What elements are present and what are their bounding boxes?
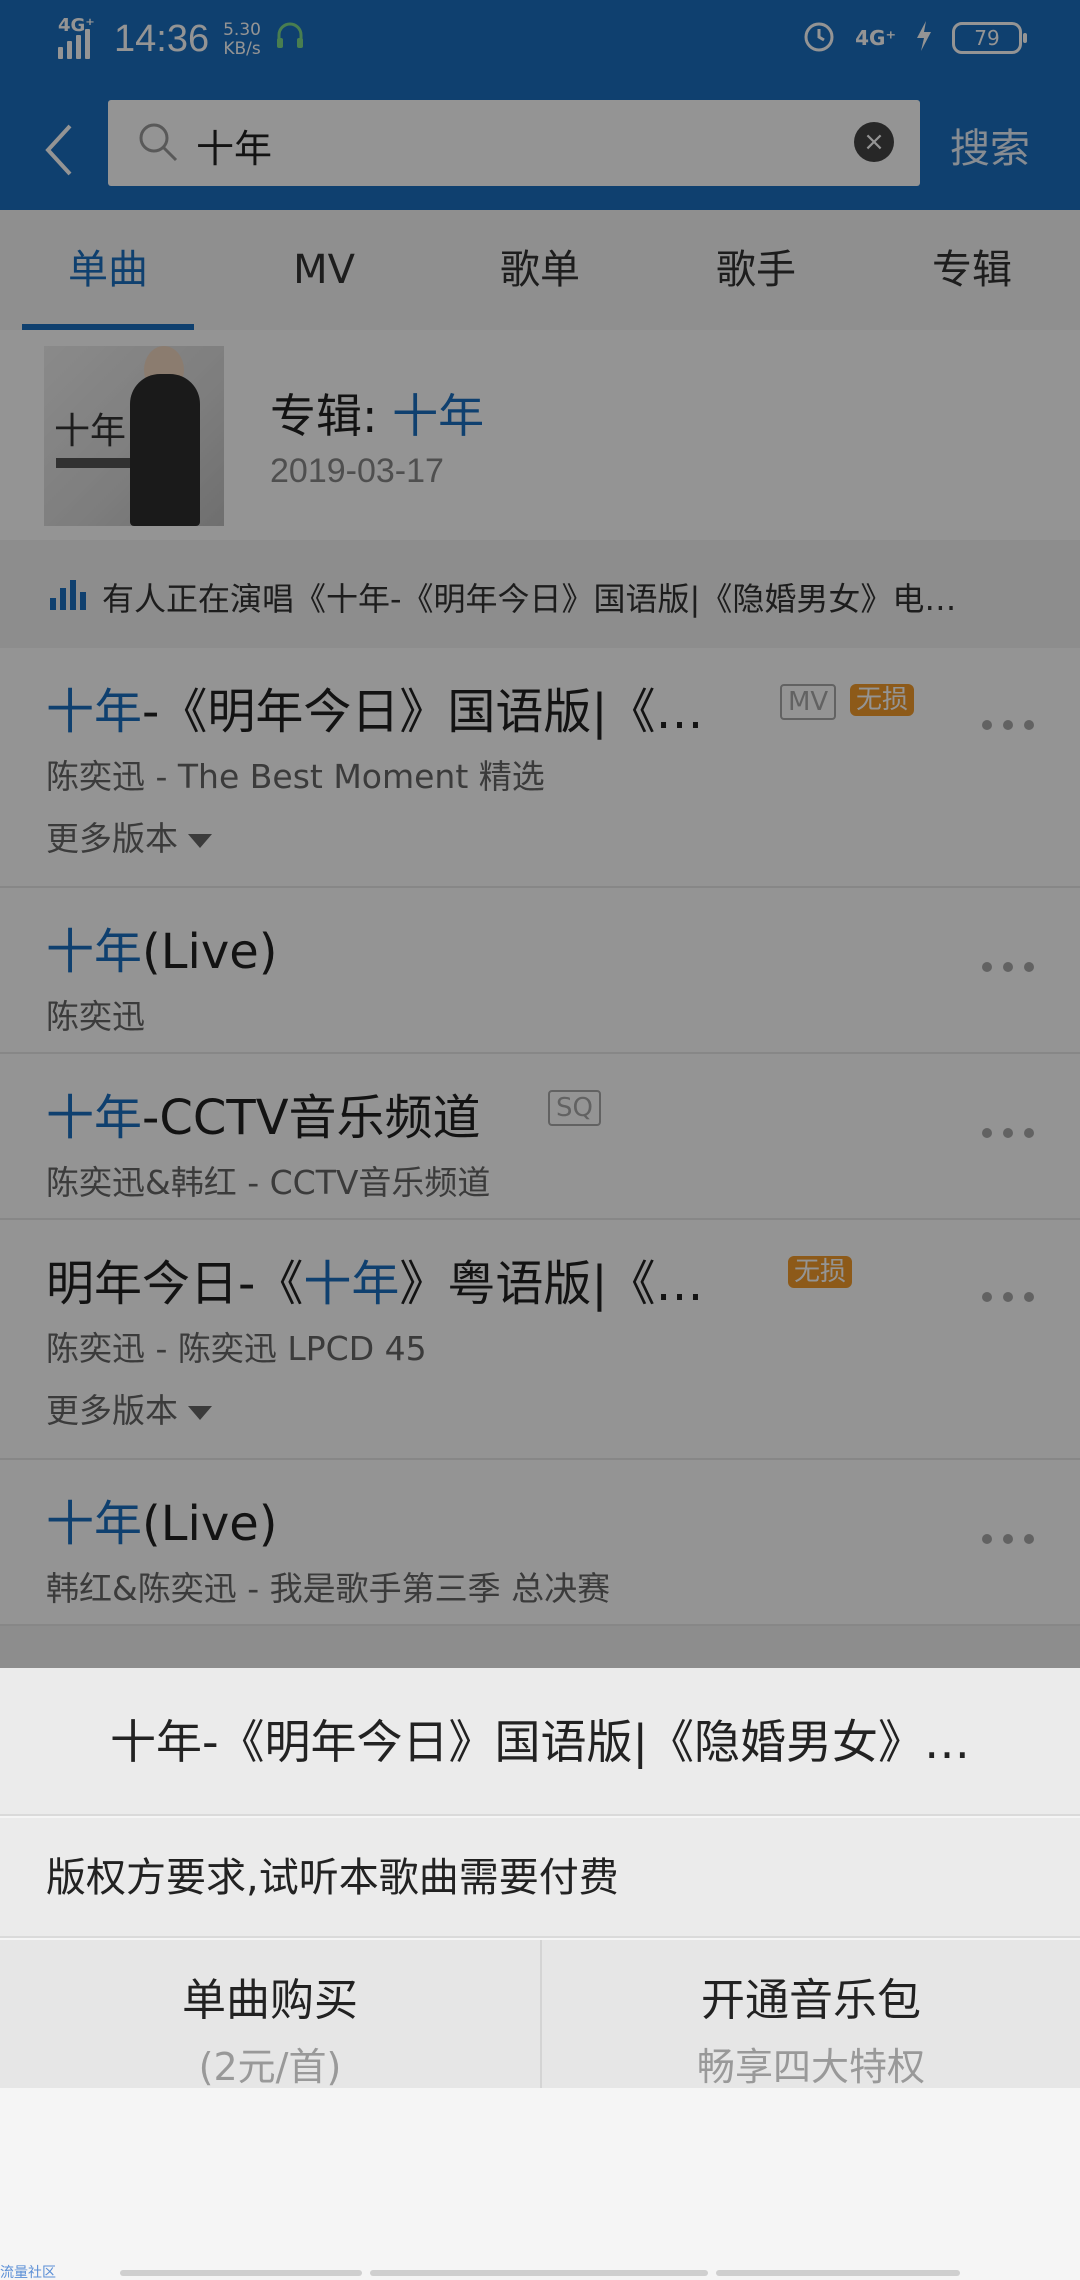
watermark: 流量社区: [0, 2265, 56, 2280]
music-pack-button[interactable]: 开通音乐包 畅享四大特权: [540, 1940, 1080, 2089]
dim-overlay[interactable]: [0, 0, 1080, 1668]
gesture-bar: [120, 2270, 960, 2280]
purchase-sheet: 十年-《明年今日》国语版|《隐婚男女》… 版权方要求,试听本歌曲需要付费 单曲购…: [0, 1668, 1080, 2280]
music-pack-label: 开通音乐包: [701, 1975, 921, 2026]
sheet-actions: 单曲购买 (2元/首) 开通音乐包 畅享四大特权: [0, 1940, 1080, 2089]
buy-single-label: 单曲购买: [182, 1975, 358, 2026]
music-pack-sub: 畅享四大特权: [696, 2045, 925, 2089]
sheet-title: 十年-《明年今日》国语版|《隐婚男女》…: [0, 1668, 1080, 1816]
copyright-message: 版权方要求,试听本歌曲需要付费: [0, 1818, 1080, 1938]
buy-single-price: (2元/首): [198, 2045, 342, 2089]
buy-single-button[interactable]: 单曲购买 (2元/首): [0, 1940, 540, 2089]
